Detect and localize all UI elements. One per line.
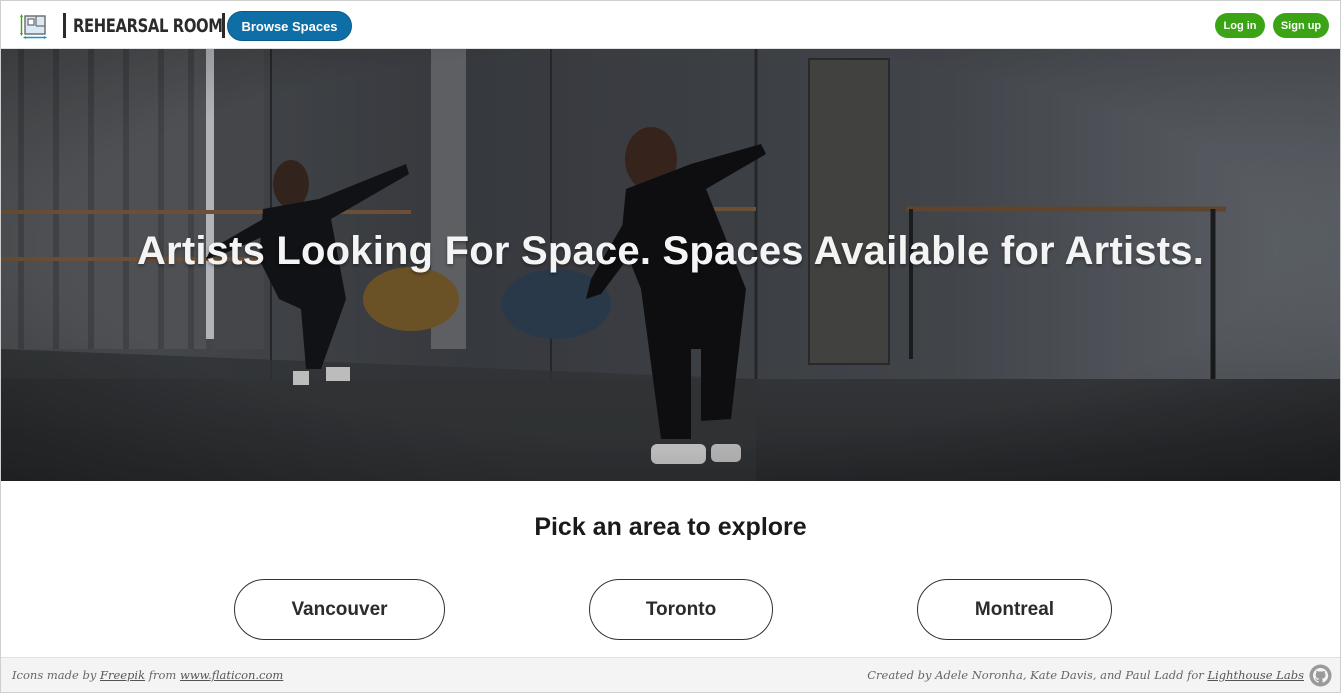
footer-credits-icons: Icons made by Freepik from www.flaticon.… (12, 668, 283, 682)
flaticon-link[interactable]: www.flaticon.com (180, 668, 283, 682)
navbar: REHEARSAL ROOM Browse Spaces Log in Sign… (1, 1, 1340, 49)
browse-spaces-button[interactable]: Browse Spaces (227, 11, 352, 41)
hero-title: Artists Looking For Space. Spaces Availa… (136, 229, 1205, 273)
footer-icons-prefix: Icons made by (12, 668, 100, 682)
brand-name[interactable]: REHEARSAL ROOM (66, 15, 223, 37)
footer: Icons made by Freepik from www.flaticon.… (1, 657, 1340, 692)
github-icon[interactable] (1309, 664, 1332, 687)
explore-heading: Pick an area to explore (534, 513, 807, 541)
area-button-montreal[interactable]: Montreal (917, 579, 1112, 640)
signup-button[interactable]: Sign up (1273, 13, 1329, 38)
lighthouse-labs-link[interactable]: Lighthouse Labs (1207, 668, 1304, 682)
footer-authors-prefix: Created by Adele Noronha, Kate Davis, an… (867, 668, 1208, 682)
freepik-link[interactable]: Freepik (100, 668, 145, 682)
login-button[interactable]: Log in (1215, 13, 1265, 38)
floor-plan-icon[interactable] (19, 12, 47, 40)
hero-banner: Artists Looking For Space. Spaces Availa… (1, 49, 1340, 481)
footer-icons-mid: from (145, 668, 180, 682)
brand[interactable]: REHEARSAL ROOM (63, 12, 225, 39)
footer-credits-authors: Created by Adele Noronha, Kate Davis, an… (867, 668, 1304, 682)
area-button-vancouver[interactable]: Vancouver (234, 579, 445, 640)
area-button-toronto[interactable]: Toronto (589, 579, 773, 640)
